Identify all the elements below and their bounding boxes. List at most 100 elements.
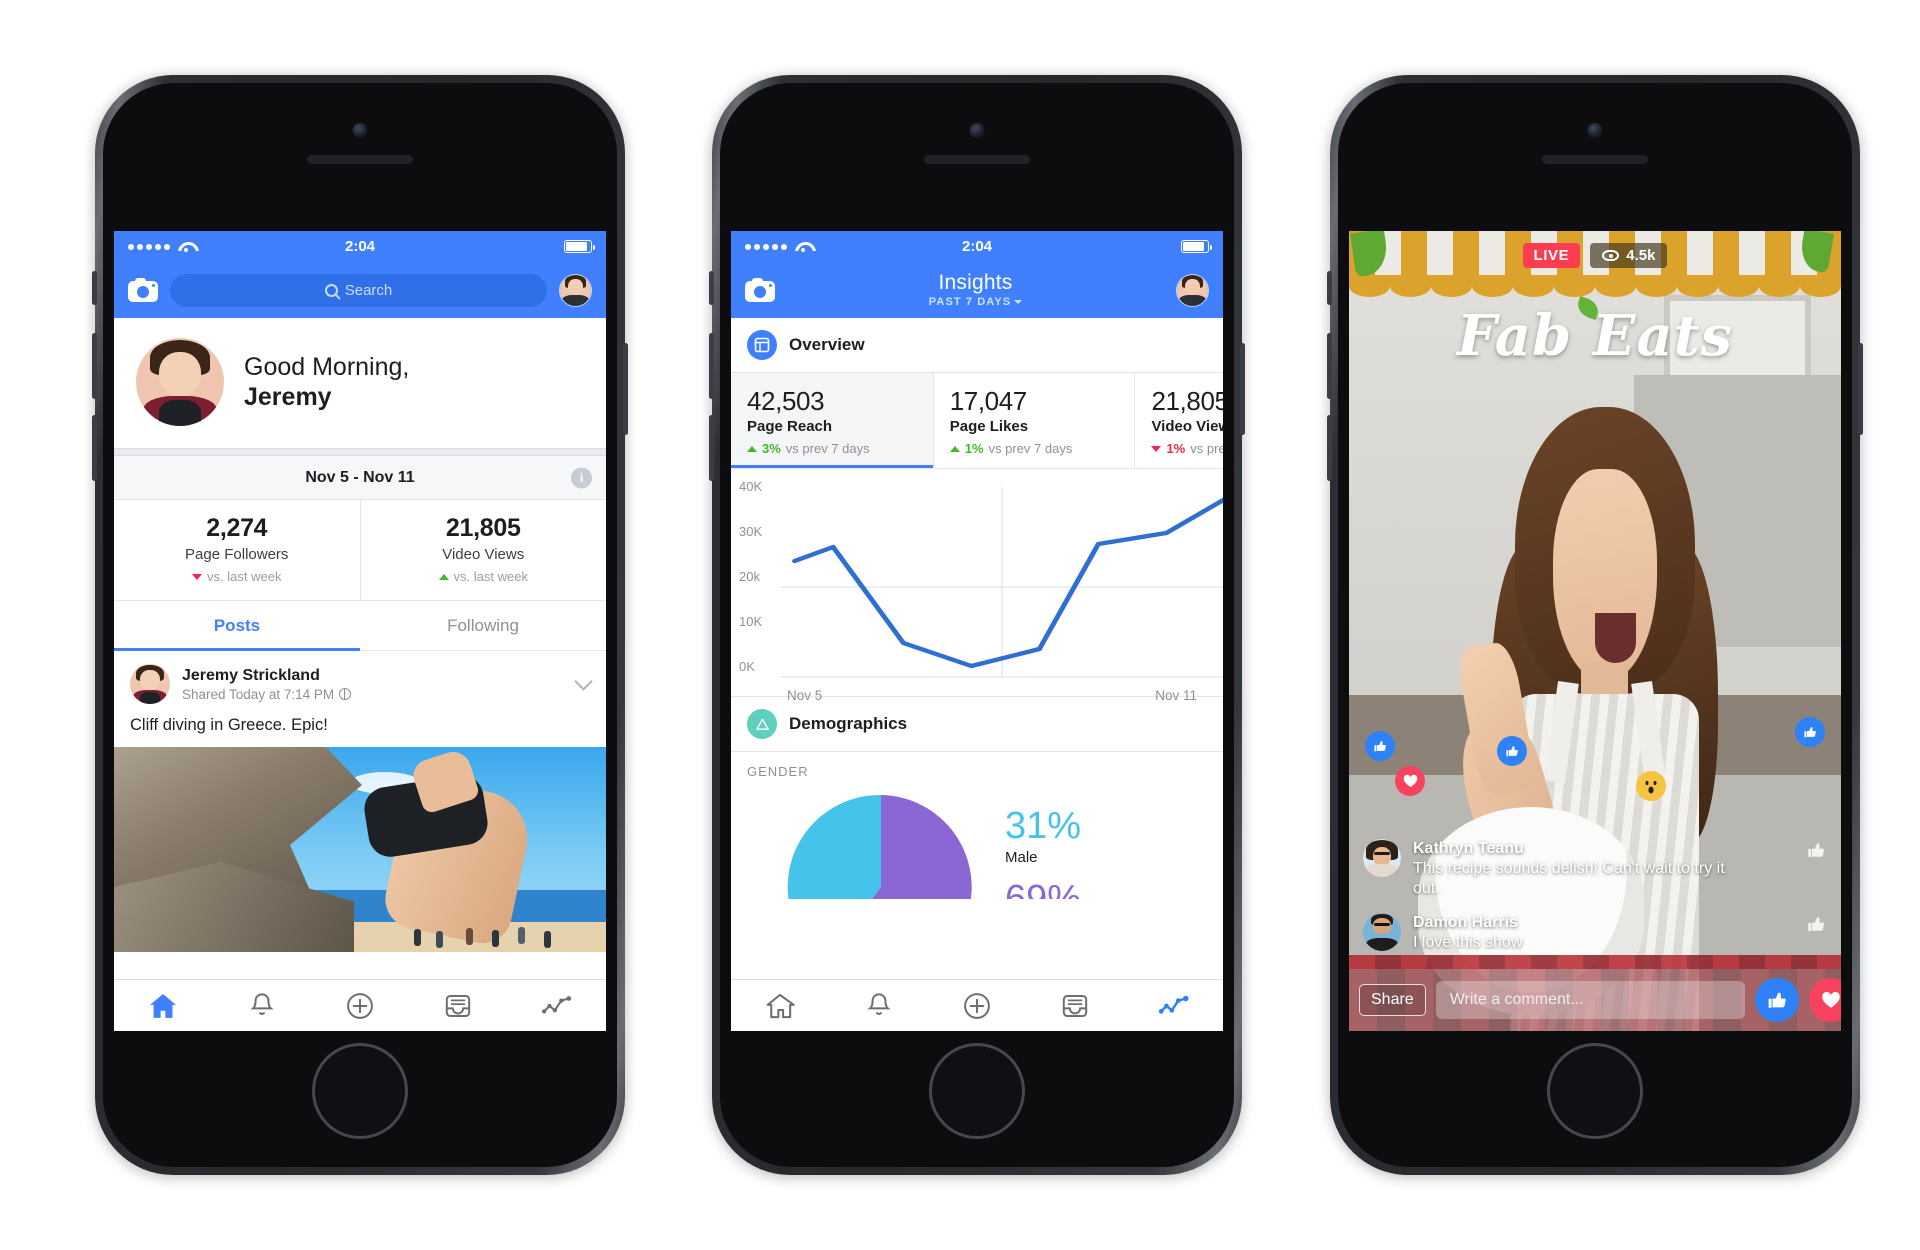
tab-following[interactable]: Following — [360, 601, 606, 650]
comment-input-placeholder: Write a comment... — [1449, 991, 1584, 1008]
post-image[interactable] — [114, 747, 606, 952]
metric-pct: 3% — [762, 441, 781, 456]
greeting-card: Good Morning, Jeremy — [114, 318, 606, 448]
nav-notifications[interactable] — [829, 980, 927, 1031]
demographics-icon — [747, 709, 777, 739]
front-camera — [352, 123, 368, 138]
tab-posts[interactable]: Posts — [114, 601, 360, 651]
nav-inbox[interactable] — [1026, 980, 1124, 1031]
metric-note: vs prev 7 days — [1190, 441, 1223, 456]
thumbs-up-icon — [1374, 741, 1386, 752]
nav-home[interactable] — [114, 980, 212, 1031]
power-button[interactable] — [623, 343, 628, 435]
nav-create[interactable] — [928, 980, 1026, 1031]
heart-icon — [1822, 991, 1840, 1008]
page-title[interactable]: Insights PAST 7 DAYS — [929, 271, 1023, 309]
mute-switch[interactable] — [1327, 271, 1332, 305]
comment-item[interactable]: Kathryn Teanu This recipe sounds delish!… — [1363, 839, 1827, 899]
share-button[interactable]: Share — [1359, 984, 1426, 1016]
volume-down-button[interactable] — [1327, 415, 1332, 481]
arrow-up-icon — [949, 445, 960, 452]
mute-switch[interactable] — [709, 271, 714, 305]
metric-label: Page Reach — [747, 418, 833, 435]
chevron-down-icon[interactable] — [574, 672, 593, 691]
status-time: 2:04 — [961, 238, 993, 255]
reach-line-chart[interactable]: 40K 30K 20k 10K 0K Nov 5 Nov 11 — [731, 469, 1223, 703]
metric-video-views[interactable]: 21,805 Video Views 1% vs prev 7 days — [1134, 373, 1223, 468]
feed-tabs: Posts Following — [114, 601, 606, 651]
eye-icon — [1602, 250, 1620, 261]
avatar[interactable] — [1176, 273, 1209, 307]
gender-legend: 31% Male 69% Female — [1005, 785, 1081, 899]
greeting-name: Jeremy — [244, 383, 332, 411]
reaction-love — [1395, 766, 1425, 796]
home-button[interactable] — [929, 1043, 1025, 1139]
chart-x-labels: Nov 5 Nov 11 — [737, 686, 1213, 703]
post-author-avatar[interactable] — [130, 664, 170, 704]
info-icon[interactable]: i — [571, 467, 592, 488]
nav-insights[interactable] — [1125, 980, 1223, 1031]
greeting-line1: Good Morning, — [244, 352, 410, 381]
battery-icon — [564, 240, 595, 253]
stat-video-views[interactable]: 21,805 Video Views vs. last week — [359, 500, 607, 600]
nav-create[interactable] — [311, 980, 409, 1031]
chevron-down-icon — [1014, 299, 1023, 304]
profile-avatar[interactable] — [136, 338, 224, 426]
stat-delta-label: vs. last week — [453, 569, 528, 584]
inbox-icon — [1063, 994, 1088, 1017]
date-range-row[interactable]: Nov 5 - Nov 11 i — [114, 456, 606, 500]
nav-home[interactable] — [731, 980, 829, 1031]
thumbs-up-icon — [1808, 843, 1825, 858]
volume-up-button[interactable] — [92, 333, 97, 399]
volume-up-button[interactable] — [1327, 333, 1332, 399]
home-button[interactable] — [312, 1043, 408, 1139]
overview-title: Overview — [789, 335, 865, 354]
power-button[interactable] — [1858, 343, 1863, 435]
y-tick-0k: 0K — [739, 659, 755, 674]
overview-section-header: Overview — [731, 318, 1223, 373]
commenter-avatar[interactable] — [1363, 913, 1401, 951]
heart-icon — [1403, 774, 1417, 787]
metric-page-likes[interactable]: 17,047 Page Likes 1% vs prev 7 days — [932, 373, 1135, 468]
stat-page-followers[interactable]: 2,274 Page Followers vs. last week — [114, 500, 360, 600]
earpiece-speaker — [1542, 155, 1648, 164]
commenter-avatar[interactable] — [1363, 839, 1401, 877]
y-tick-40k: 40K — [739, 479, 763, 494]
post-timestamp: Shared Today at 7:14 PM — [182, 687, 352, 702]
stat-delta-label: vs. last week — [207, 569, 282, 584]
home-button[interactable] — [1547, 1043, 1643, 1139]
power-button[interactable] — [1240, 343, 1245, 435]
commenter-name: Damon Harris — [1413, 914, 1518, 931]
mute-switch[interactable] — [92, 271, 97, 305]
camera-icon[interactable] — [128, 278, 158, 302]
live-status-badges: LIVE 4.5k — [1349, 243, 1841, 268]
love-button[interactable] — [1809, 978, 1841, 1022]
volume-down-button[interactable] — [92, 415, 97, 481]
gender-pie-block: 31% Male 69% Female — [731, 779, 1223, 899]
camera-icon[interactable] — [745, 278, 775, 302]
comment-item[interactable]: Damon Harris I love this show — [1363, 913, 1827, 953]
comment-like-icon[interactable] — [1805, 839, 1827, 866]
nav-notifications[interactable] — [212, 980, 310, 1031]
volume-down-button[interactable] — [709, 415, 714, 481]
search-input[interactable]: Search — [170, 273, 547, 307]
stat-delta: vs. last week — [118, 569, 356, 584]
like-button[interactable] — [1755, 978, 1799, 1022]
volume-up-button[interactable] — [709, 333, 714, 399]
live-video-screen[interactable]: LIVE 4.5k Fab Eats Kathryn Teanu This re… — [1349, 231, 1841, 1031]
comment-input[interactable]: Write a comment... — [1435, 981, 1745, 1019]
nav-inbox[interactable] — [409, 980, 507, 1031]
status-bar: 2:04 — [731, 231, 1223, 262]
reaction-like — [1795, 717, 1825, 747]
nav-insights[interactable] — [508, 980, 606, 1031]
reaction-wow — [1636, 771, 1666, 801]
metric-delta: 1% vs prev 7 days — [949, 441, 1135, 456]
metric-page-reach[interactable]: 42,503 Page Reach 3% vs prev 7 days — [731, 373, 933, 468]
comment-like-icon[interactable] — [1805, 913, 1827, 940]
section-divider — [114, 448, 606, 456]
thumbs-up-icon — [1506, 746, 1518, 757]
globe-icon — [339, 687, 352, 700]
gender-pie-chart[interactable] — [781, 787, 981, 899]
y-tick-30k: 30K — [739, 524, 763, 539]
avatar[interactable] — [559, 273, 592, 307]
